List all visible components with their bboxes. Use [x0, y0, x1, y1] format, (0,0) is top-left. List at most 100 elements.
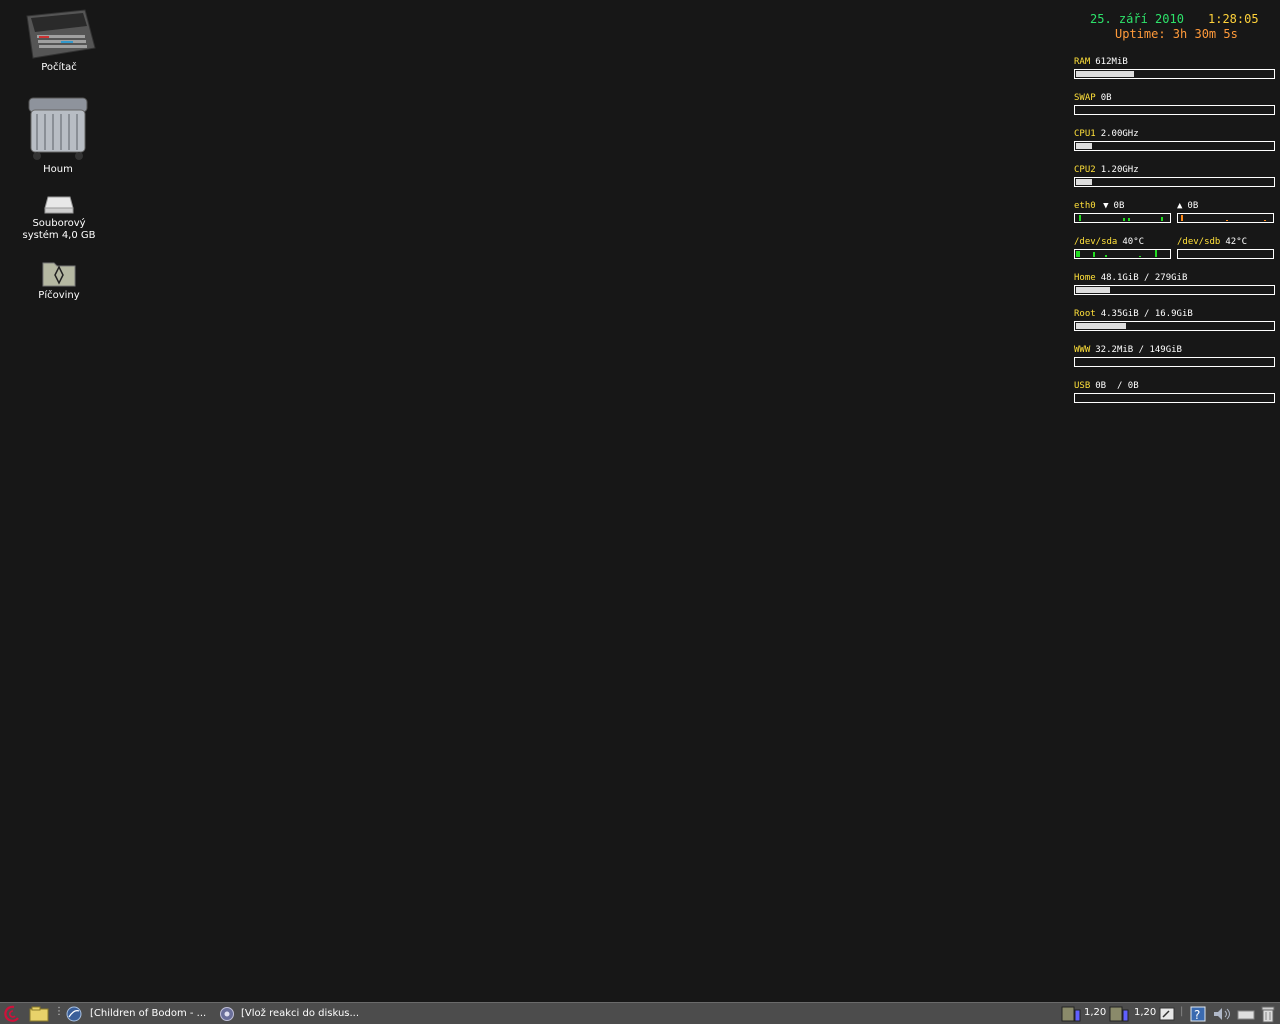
desktop-icon-label: Počítač — [41, 62, 77, 73]
taskbar: ⋮ [Children of Bodom - ... [Vlož reakci … — [0, 1002, 1280, 1024]
cpu2-value: 1.20GHz — [1100, 165, 1139, 175]
graph-spike — [1076, 251, 1080, 257]
home-bar-fill — [1076, 287, 1110, 293]
cpu1-freq-text: 1,20 — [1084, 1007, 1107, 1018]
graph-spike — [1123, 218, 1125, 221]
usb-label: USB — [1074, 381, 1091, 391]
root-label: Root — [1074, 309, 1096, 319]
graph-spike — [1128, 218, 1130, 221]
cpu2-freq-text: 1,20 — [1134, 1007, 1157, 1018]
swap-bar — [1074, 105, 1275, 115]
ram-row: RAM 612MiB — [1074, 56, 1276, 79]
ram-bar — [1074, 69, 1275, 79]
swap-row: SWAP 0B — [1074, 92, 1276, 115]
datetime: 25. září 2010 1:28:05 Uptime: 3h 30m 5s — [1090, 12, 1276, 41]
root-bar — [1074, 321, 1275, 331]
date-text: 25. září 2010 — [1090, 12, 1184, 26]
sdb-value: 42°C — [1225, 237, 1248, 247]
eth0-down: eth0 ▼ 0B — [1074, 200, 1171, 223]
usb-value: 0B / 0B — [1095, 381, 1139, 391]
volume-icon[interactable] — [1211, 1005, 1233, 1023]
task-children-of-bodom[interactable]: [Children of Bodom - ... — [90, 1006, 206, 1022]
cpu2-bar-fill — [1076, 179, 1092, 185]
eth0-up: ▲ 0B — [1177, 200, 1274, 223]
sdb-graph — [1177, 249, 1274, 259]
app-icon — [220, 1007, 234, 1021]
root-bar-fill — [1076, 323, 1126, 329]
file-manager-icon[interactable] — [29, 1005, 49, 1023]
up-arrow-icon: ▲ — [1177, 201, 1183, 211]
usb-row: USB 0B / 0B — [1074, 380, 1276, 403]
desktop-icon-filesystem[interactable]: Souborový systém 4,0 GB — [9, 194, 109, 242]
www-value: 32.2MiB / 149GiB — [1095, 345, 1182, 355]
cpu-freq-icon[interactable] — [1108, 1005, 1130, 1023]
desktop-icon-label: Píčoviny — [38, 290, 80, 301]
removable-drive-icon[interactable] — [1236, 1005, 1256, 1023]
graph-spike — [1181, 215, 1183, 221]
network-icon[interactable] — [1158, 1005, 1178, 1023]
swap-label: SWAP — [1074, 93, 1096, 103]
cpu-freq-icon[interactable] — [1060, 1005, 1082, 1023]
root-value: 4.35GiB / 16.9GiB — [1100, 309, 1193, 319]
cpu1-value: 2.00GHz — [1100, 129, 1139, 139]
desktop-icon-computer[interactable]: Počítač — [9, 8, 109, 74]
sda-value: 40°C — [1122, 237, 1145, 247]
quicklaunch-separator-icon: ⋮ — [54, 1006, 64, 1017]
eth0-label: eth0 — [1074, 201, 1096, 211]
cpu1-label: CPU1 — [1074, 129, 1096, 139]
cpu2-bar — [1074, 177, 1275, 187]
www-bar — [1074, 357, 1275, 367]
eth0-down-value: 0B — [1113, 201, 1125, 211]
sda-temp: /dev/sda 40°C — [1074, 236, 1171, 259]
folder-icon — [42, 262, 76, 287]
debian-menu-icon[interactable] — [2, 1005, 22, 1023]
graph-spike — [1079, 215, 1081, 221]
desktop-icon-folder[interactable]: Píčoviny — [9, 258, 109, 302]
svg-text:?: ? — [1194, 1008, 1200, 1022]
ram-value: 612MiB — [1095, 57, 1128, 67]
graph-spike — [1161, 217, 1163, 221]
www-label: WWW — [1074, 345, 1091, 355]
desktop-icon-label: Houm — [43, 164, 73, 175]
graph-spike — [1226, 220, 1228, 221]
task-vloz-reakci[interactable]: [Vlož reakci do diskus... — [241, 1006, 359, 1022]
cpu1-bar — [1074, 141, 1275, 151]
trash-icon[interactable] — [1258, 1005, 1278, 1023]
root-row: Root 4.35GiB / 16.9GiB — [1074, 308, 1276, 331]
cpu2-row: CPU2 1.20GHz — [1074, 164, 1276, 187]
cpu1-bar-fill — [1076, 143, 1092, 149]
ram-label: RAM — [1074, 57, 1091, 67]
sdb-label: /dev/sdb — [1177, 237, 1221, 247]
graph-spike — [1093, 252, 1095, 257]
time-text: 1:28:05 — [1208, 12, 1259, 26]
usb-bar — [1074, 393, 1275, 403]
uptime-text: Uptime: 3h 30m 5s — [1115, 27, 1238, 41]
help-icon[interactable]: ? — [1189, 1005, 1209, 1023]
eth0-up-graph — [1177, 213, 1274, 223]
desktop-icon-label-line2: systém 4,0 GB — [22, 230, 96, 241]
eth0-down-graph — [1074, 213, 1171, 223]
cpu2-label: CPU2 — [1074, 165, 1096, 175]
swap-value: 0B — [1100, 93, 1112, 103]
cpu1-row: CPU1 2.00GHz — [1074, 128, 1276, 151]
graph-spike — [1105, 255, 1107, 257]
desktop-icon-home[interactable]: Houm — [8, 94, 108, 176]
sdb-temp: /dev/sdb 42°C — [1177, 236, 1274, 259]
home-bar — [1074, 285, 1275, 295]
browser-icon[interactable] — [64, 1005, 84, 1023]
graph-spike — [1139, 256, 1141, 257]
ram-bar-fill — [1076, 71, 1134, 77]
sda-label: /dev/sda — [1074, 237, 1118, 247]
home-row: Home 48.1GiB / 279GiB — [1074, 272, 1276, 295]
down-arrow-icon: ▼ — [1103, 201, 1109, 211]
home-value: 48.1GiB / 279GiB — [1100, 273, 1188, 283]
desktop-icon-label-line1: Souborový — [32, 218, 86, 229]
tray-separator-icon: | — [1180, 1006, 1184, 1017]
drive-icon — [44, 196, 74, 214]
graph-spike — [1264, 220, 1266, 221]
graph-spike — [1155, 250, 1157, 257]
trash-bin-icon — [28, 97, 88, 160]
computer-icon — [26, 9, 96, 59]
www-row: WWW 32.2MiB / 149GiB — [1074, 344, 1276, 367]
home-label: Home — [1074, 273, 1096, 283]
